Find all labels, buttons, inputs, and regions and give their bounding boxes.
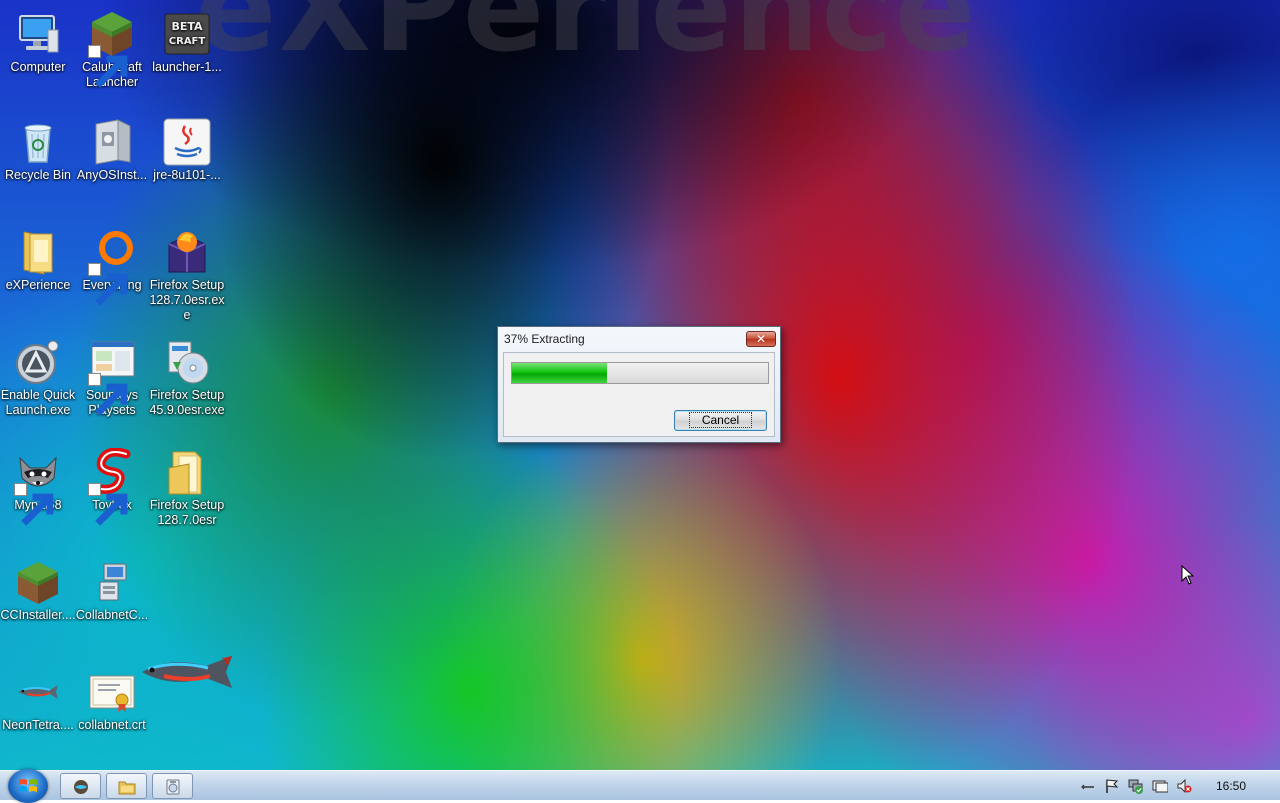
- start-button[interactable]: [8, 769, 48, 803]
- computer-icon: [14, 10, 62, 58]
- action-center-flag-icon[interactable]: [1104, 778, 1120, 794]
- desktop-icon-firefox-setup-45[interactable]: Firefox Setup 45.9.0esr.exe: [149, 338, 225, 418]
- taskbar: 16:50: [0, 769, 1280, 803]
- desktop-icon-firefox-setup-128-exe[interactable]: Firefox Setup 128.7.0esr.exe: [149, 228, 225, 323]
- desktop-icon-collabnet-crt[interactable]: collabnet.crt: [74, 668, 150, 733]
- firefox-setup-icon: [163, 228, 211, 276]
- java-icon: [163, 118, 211, 166]
- icon-label: Firefox Setup 128.7.0esr: [149, 498, 225, 527]
- wallpaper-watermark: eXPerience: [195, 0, 978, 79]
- close-icon: ✕: [755, 332, 767, 346]
- desktop-icon-recycle-bin[interactable]: Recycle Bin: [0, 118, 76, 183]
- certificate-icon: [88, 668, 136, 716]
- beta-craft-icon: BETA CRAFT: [163, 10, 211, 58]
- minecraft-grass-block-icon: [14, 558, 62, 606]
- taskbar-button-explorer[interactable]: [106, 773, 147, 799]
- minecraft-grass-block-icon: [88, 10, 136, 88]
- icon-label: CCInstaller....: [0, 608, 76, 622]
- desktop-icon-toybox[interactable]: Toybox: [74, 448, 150, 526]
- desktop-icon-experience[interactable]: eXPerience: [0, 228, 76, 293]
- icon-label: Firefox Setup 45.9.0esr.exe: [149, 388, 225, 417]
- desktop-icon-souptoys-playsets[interactable]: Souptoys Playsets: [74, 338, 150, 418]
- desktop[interactable]: eXPerience Computer Recycle Bin eXPerien…: [0, 0, 1280, 770]
- taskbar-button-neon-tetra[interactable]: [60, 773, 101, 799]
- extract-progress-bar: [511, 362, 769, 384]
- icon-label: Firefox Setup 128.7.0esr.exe: [149, 278, 225, 322]
- desktop-icon-mypal68[interactable]: Mypal68: [0, 448, 76, 526]
- dialog-title: 37% Extracting: [504, 332, 585, 346]
- shortcut-arrow-icon: [88, 483, 128, 526]
- icon-label: CollabnetC...: [75, 608, 149, 622]
- desktop-icon-computer[interactable]: Computer: [0, 10, 76, 75]
- desktop-icon-neontetra[interactable]: NeonTetra....: [0, 668, 76, 733]
- shortcut-arrow-icon: [88, 45, 128, 88]
- mouse-cursor-icon: [1181, 565, 1195, 585]
- svg-text:CRAFT: CRAFT: [169, 36, 206, 47]
- extract-progress-dialog[interactable]: 37% Extracting ✕ Cancel: [497, 326, 781, 443]
- desktop-icon-collabnetc[interactable]: CollabnetC...: [74, 558, 150, 623]
- svg-text:BETA: BETA: [171, 20, 203, 33]
- desktop-icon-enable-quick-launch[interactable]: Enable Quick Launch.exe: [0, 338, 76, 418]
- icon-label: NeonTetra....: [2, 718, 74, 732]
- desktop-icon-anyosinst[interactable]: AnyOSInst...: [74, 118, 150, 183]
- show-hidden-icon[interactable]: [1080, 778, 1096, 794]
- close-button[interactable]: ✕: [746, 331, 776, 347]
- network-icon[interactable]: [1128, 778, 1144, 794]
- display-icon[interactable]: [1152, 778, 1168, 794]
- windows-logo-icon: [19, 779, 37, 792]
- shortcut-arrow-icon: [88, 373, 128, 416]
- everything-search-icon: [88, 228, 136, 306]
- dialog-body: Cancel: [503, 352, 775, 437]
- system-tray: 16:50: [1070, 771, 1280, 801]
- icon-label: Recycle Bin: [5, 168, 71, 182]
- fish-icon: [14, 668, 62, 716]
- recycle-bin-icon: [14, 118, 62, 166]
- setup-disc-icon: [163, 338, 211, 386]
- shortcut-arrow-icon: [88, 263, 128, 306]
- network-computer-icon: [88, 558, 136, 606]
- folder-icon: [118, 781, 136, 795]
- raccoon-icon: [14, 448, 62, 526]
- icon-label: Enable Quick Launch.exe: [0, 388, 76, 417]
- quick-launch-icon: [14, 338, 62, 386]
- desktop-icon-everything[interactable]: Everything: [74, 228, 150, 306]
- installer-package-icon: [88, 118, 136, 166]
- volume-muted-icon[interactable]: [1176, 778, 1192, 794]
- icon-label: AnyOSInst...: [76, 168, 148, 182]
- cancel-button[interactable]: Cancel: [674, 410, 767, 431]
- neon-tetra-app-icon: [74, 780, 88, 794]
- desktop-icon-calubcraft-launcher[interactable]: CalubCraft Launcher: [74, 10, 150, 90]
- neon-tetra-fish-icon[interactable]: [140, 652, 236, 692]
- taskbar-button-extractor[interactable]: [152, 773, 193, 799]
- icon-label: launcher-1...: [152, 60, 222, 74]
- toybox-icon: [88, 448, 136, 526]
- icon-label: collabnet.crt: [78, 718, 146, 732]
- progress-fill: [512, 363, 607, 383]
- desktop-icon-firefox-setup-128-folder[interactable]: Firefox Setup 128.7.0esr: [149, 448, 225, 528]
- desktop-icon-launcher-1[interactable]: BETA CRAFT launcher-1...: [149, 10, 225, 75]
- cancel-label: Cancel: [688, 412, 753, 428]
- clock[interactable]: 16:50: [1216, 779, 1246, 793]
- shortcut-arrow-icon: [14, 483, 54, 526]
- icon-label: Computer: [10, 60, 66, 74]
- desktop-icon-ccinstaller[interactable]: CCInstaller....: [0, 558, 76, 623]
- extractor-icon: [166, 779, 180, 795]
- souptoys-icon: [88, 338, 136, 416]
- desktop-icon-jre[interactable]: jre-8u101-...: [149, 118, 225, 183]
- icon-label: jre-8u101-...: [153, 168, 221, 182]
- folder-open-icon: [163, 448, 211, 496]
- folder-icon: [14, 228, 62, 276]
- icon-label: eXPerience: [5, 278, 71, 292]
